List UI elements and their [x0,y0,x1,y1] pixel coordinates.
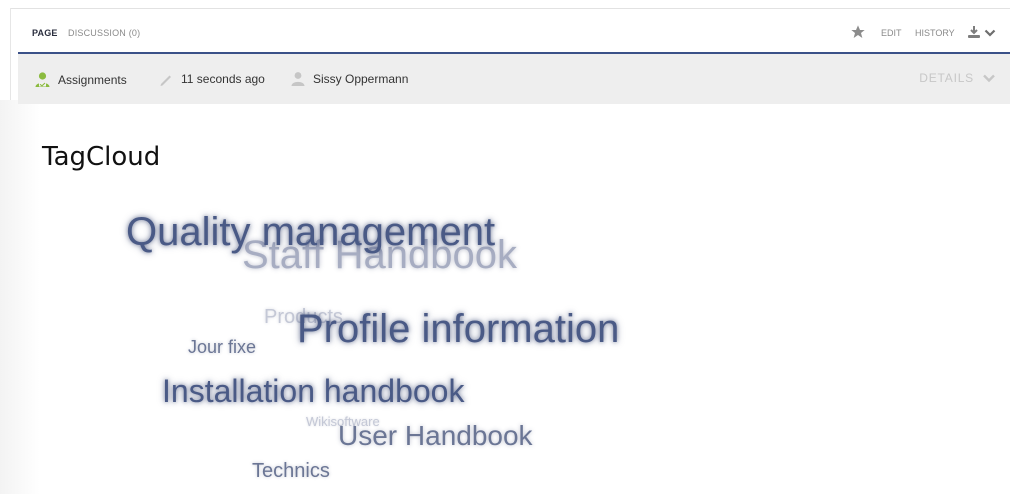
tab-page[interactable]: PAGE [32,28,58,38]
user-icon [35,72,50,87]
tag-user-handbook[interactable]: User Handbook [338,420,533,452]
author-label: Sissy Oppermann [313,72,409,86]
page-title: TagCloud [42,142,161,172]
author-icon [291,72,305,86]
details-label: DETAILS [919,71,974,85]
details-toggle[interactable]: DETAILS [919,71,996,85]
tag-profile-information[interactable]: Profile information [297,307,619,352]
star-icon[interactable] [850,24,866,45]
tab-bar: PAGE DISCUSSION (0) EDIT HISTORY [18,20,1010,48]
category-label: Assignments [58,72,127,87]
category-link[interactable]: Assignments [34,71,127,88]
tag-installation-handbook[interactable]: Installation handbook [162,373,464,410]
last-modified[interactable]: 11 seconds ago [158,71,265,87]
tag-jour-fixe[interactable]: Jour fixe [188,337,256,358]
tab-discussion[interactable]: DISCUSSION (0) [68,28,140,38]
chevron-down-icon[interactable] [984,26,996,44]
modified-label: 11 seconds ago [181,72,265,86]
edit-button[interactable]: EDIT [881,28,902,38]
history-icon[interactable] [967,25,981,44]
background-shade [0,100,40,494]
tag-technics[interactable]: Technics [252,460,330,483]
chevron-down-icon [983,74,995,83]
tag-quality-management[interactable]: Quality management [126,210,495,255]
history-button[interactable]: HISTORY [915,28,955,38]
info-bar: Assignments 11 seconds ago Sissy Opperma… [18,54,1010,104]
frame-top-border [10,8,1010,9]
author-link[interactable]: Sissy Oppermann [290,71,408,87]
pencil-icon [160,75,171,86]
